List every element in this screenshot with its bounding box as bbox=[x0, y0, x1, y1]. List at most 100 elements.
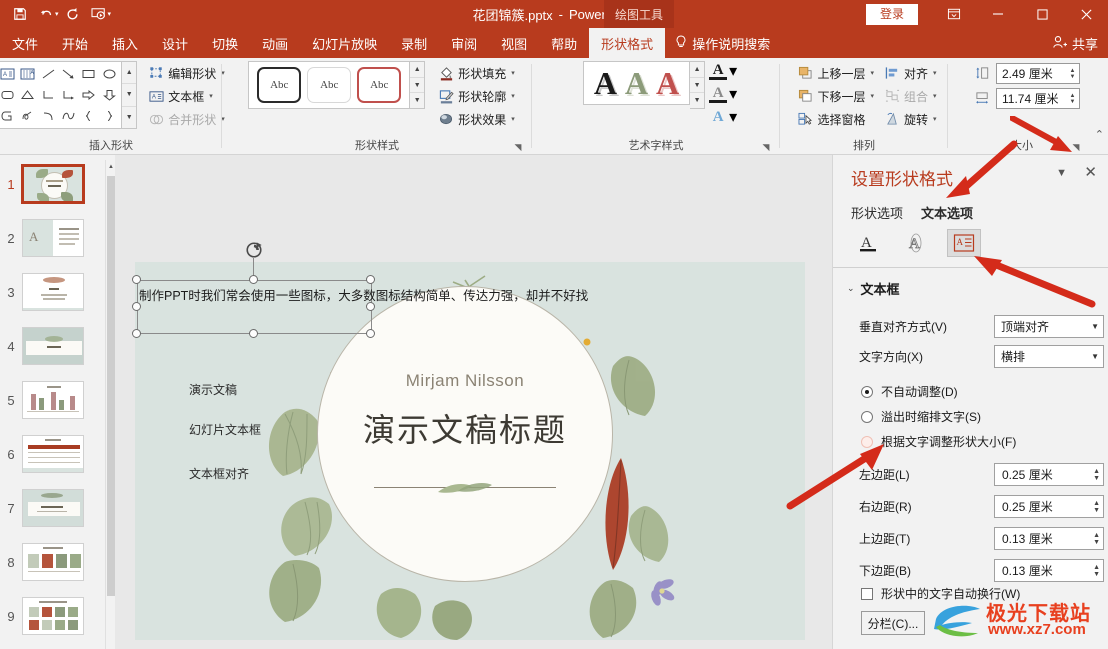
slide-note-1[interactable]: 演示文稿 bbox=[189, 381, 237, 398]
align-button[interactable]: 对齐 ▾ bbox=[881, 62, 940, 84]
chevron-down-icon[interactable]: ▾ bbox=[729, 107, 737, 127]
rotate-handle-icon[interactable] bbox=[245, 241, 263, 259]
text-effects-icon[interactable]: A bbox=[899, 229, 933, 257]
shape-width-field[interactable]: 11.74 厘米 ▲ ▼ bbox=[974, 88, 1080, 109]
shape-outline-button[interactable]: 形状轮廓 ▾ bbox=[435, 85, 518, 107]
shape-vertical-textbox-icon[interactable]: A bbox=[18, 64, 38, 85]
thumbnail-item-3[interactable]: 3 bbox=[0, 267, 115, 317]
tab-design[interactable]: 设计 bbox=[150, 28, 200, 58]
thumbnail-preview[interactable] bbox=[22, 327, 84, 365]
shape-arrow-icon[interactable] bbox=[58, 64, 78, 85]
resize-handle-e[interactable] bbox=[366, 302, 375, 311]
edit-shape-button[interactable]: 编辑形状 ▾ bbox=[145, 62, 228, 84]
shape-down-arrow-icon[interactable] bbox=[99, 85, 119, 106]
chevron-down-icon[interactable]: ▾ bbox=[511, 69, 515, 77]
chevron-down-icon[interactable]: ▾ bbox=[933, 69, 937, 77]
chevron-down-icon[interactable]: ▾ bbox=[511, 92, 515, 100]
wordart-gallery[interactable]: A A A bbox=[582, 61, 691, 105]
size-dialog-launcher[interactable]: ◥ bbox=[1070, 141, 1082, 153]
chevron-down-icon[interactable]: ▾ bbox=[870, 69, 874, 77]
text-direction-select[interactable]: 横排 ▼ bbox=[994, 345, 1104, 368]
radio-icon[interactable] bbox=[861, 435, 873, 448]
resize-handle-sw[interactable] bbox=[132, 329, 141, 338]
shape-styles-scroll[interactable]: ▲ ▼ ▼ bbox=[410, 61, 426, 109]
shape-rectangle-icon[interactable] bbox=[79, 64, 99, 85]
right-margin-stepper[interactable]: ▲ ▼ bbox=[1093, 500, 1100, 514]
selection-pane-button[interactable]: 选择窗格 bbox=[794, 108, 877, 130]
chevron-down-icon[interactable]: ▾ bbox=[933, 115, 937, 123]
thumbnail-item-10[interactable]: 10 bbox=[0, 645, 115, 649]
gallery-scroll-up-icon[interactable]: ▲ bbox=[410, 62, 425, 78]
undo-dropdown-icon[interactable]: ▾ bbox=[55, 10, 59, 18]
vertical-alignment-select[interactable]: 顶端对齐 ▼ bbox=[994, 315, 1104, 338]
thumbnail-preview[interactable] bbox=[22, 597, 84, 635]
thumbnail-item-9[interactable]: 9 bbox=[0, 591, 115, 641]
chevron-down-icon[interactable]: ▾ bbox=[729, 61, 737, 81]
ribbon-display-options-icon[interactable] bbox=[932, 0, 976, 28]
shape-style-thumb[interactable]: Abc bbox=[257, 67, 302, 103]
columns-button[interactable]: 分栏(C)... bbox=[861, 611, 925, 635]
slide-canvas[interactable]: Mirjam Nilsson 演示文稿标题 演示文稿 幻灯片文本框 文本框对齐 … bbox=[115, 155, 832, 649]
gallery-scroll-down-icon[interactable]: ▼ bbox=[410, 78, 425, 94]
pane-close-icon[interactable]: ✕ bbox=[1084, 163, 1097, 181]
right-margin-input[interactable]: 0.25 厘米 ▲ ▼ bbox=[994, 495, 1104, 518]
thumbnail-item-1[interactable]: 1 bbox=[0, 159, 115, 209]
chevron-down-icon[interactable]: ▾ bbox=[729, 84, 737, 104]
gallery-more-icon[interactable]: ▼ bbox=[122, 107, 136, 128]
wordart-gallery-scroll[interactable]: ▲ ▼ ▼ bbox=[690, 61, 706, 109]
gallery-scroll-down-icon[interactable]: ▼ bbox=[690, 78, 705, 94]
wordart-thumb[interactable]: A bbox=[594, 67, 617, 99]
resize-handle-n[interactable] bbox=[249, 275, 258, 284]
slide-subtitle[interactable]: Mirjam Nilsson bbox=[318, 371, 612, 391]
shape-triangle-icon[interactable] bbox=[18, 85, 38, 106]
thumbnail-item-8[interactable]: 8 bbox=[0, 537, 115, 587]
shape-effects-button[interactable]: 形状效果 ▾ bbox=[435, 108, 518, 130]
bottom-margin-input[interactable]: 0.13 厘米 ▲ ▼ bbox=[994, 559, 1104, 582]
shape-oval-icon[interactable] bbox=[99, 64, 119, 85]
slide-note-2[interactable]: 幻灯片文本框 bbox=[189, 421, 261, 438]
textbox-layout-icon[interactable]: A bbox=[947, 229, 981, 257]
tab-record[interactable]: 录制 bbox=[389, 28, 439, 58]
top-margin-input[interactable]: 0.13 厘米 ▲ ▼ bbox=[994, 527, 1104, 550]
shape-line-icon[interactable] bbox=[38, 64, 58, 85]
text-box-button[interactable]: A 文本框 ▾ bbox=[145, 85, 228, 107]
resize-handle-w[interactable] bbox=[132, 302, 141, 311]
shape-rounded-rectangle-icon[interactable] bbox=[0, 85, 18, 106]
gallery-scroll-down-icon[interactable]: ▼ bbox=[122, 84, 137, 107]
format-shape-pane[interactable]: 设置形状格式 ▼ ✕ 形状选项 文本选项 A A A ⌄ 文本框 垂直对齐方式(… bbox=[832, 155, 1108, 649]
scrollbar-thumb[interactable] bbox=[107, 176, 115, 596]
top-margin-stepper[interactable]: ▲ ▼ bbox=[1093, 532, 1100, 546]
shape-width-input[interactable]: 11.74 厘米 ▲ ▼ bbox=[996, 88, 1080, 109]
shape-left-brace-icon[interactable] bbox=[79, 105, 99, 126]
shape-style-thumb[interactable]: Abc bbox=[357, 67, 402, 103]
text-fill-outline-icon[interactable]: A bbox=[851, 229, 885, 257]
autofit-shrink-option[interactable]: 溢出时缩排文字(S) bbox=[861, 408, 981, 425]
shape-right-arrow-icon[interactable] bbox=[79, 85, 99, 106]
shape-styles-gallery[interactable]: Abc Abc Abc bbox=[248, 61, 411, 109]
thumbnail-preview[interactable] bbox=[22, 543, 84, 581]
shape-height-stepper[interactable]: ▲ ▼ bbox=[1066, 64, 1079, 83]
redo-icon[interactable] bbox=[61, 3, 85, 25]
tab-slideshow[interactable]: 幻灯片放映 bbox=[300, 28, 389, 58]
send-backward-button[interactable]: 下移一层 ▾ bbox=[794, 85, 877, 107]
gallery-scroll-up-icon[interactable]: ▲ bbox=[690, 62, 705, 78]
bottom-margin-stepper[interactable]: ▲ ▼ bbox=[1093, 564, 1100, 578]
shape-style-thumb[interactable]: Abc bbox=[307, 67, 352, 103]
checkbox-icon[interactable] bbox=[861, 587, 873, 600]
slide-note-3[interactable]: 文本框对齐 bbox=[189, 465, 249, 482]
shape-right-brace-icon[interactable] bbox=[99, 105, 119, 126]
gallery-more-icon[interactable]: ▼ bbox=[410, 93, 424, 108]
shape-styles-dialog-launcher[interactable]: ◥ bbox=[512, 141, 524, 153]
text-fill-button[interactable]: A ▾ bbox=[709, 61, 737, 81]
thumbnail-item-4[interactable]: 4 bbox=[0, 321, 115, 371]
wordart-thumb[interactable]: A bbox=[625, 67, 648, 99]
text-effects-button[interactable]: A ▾ bbox=[709, 107, 737, 127]
shape-elbow-arrow-icon[interactable] bbox=[58, 85, 78, 106]
tab-view[interactable]: 视图 bbox=[489, 28, 539, 58]
resize-handle-nw[interactable] bbox=[132, 275, 141, 284]
autofit-resize-shape-option[interactable]: 根据文字调整形状大小(F) bbox=[861, 433, 1016, 450]
thumbnail-preview[interactable]: A bbox=[22, 219, 84, 257]
gallery-more-icon[interactable]: ▼ bbox=[690, 93, 704, 108]
tab-home[interactable]: 开始 bbox=[50, 28, 100, 58]
tab-shape-options[interactable]: 形状选项 bbox=[851, 203, 903, 222]
